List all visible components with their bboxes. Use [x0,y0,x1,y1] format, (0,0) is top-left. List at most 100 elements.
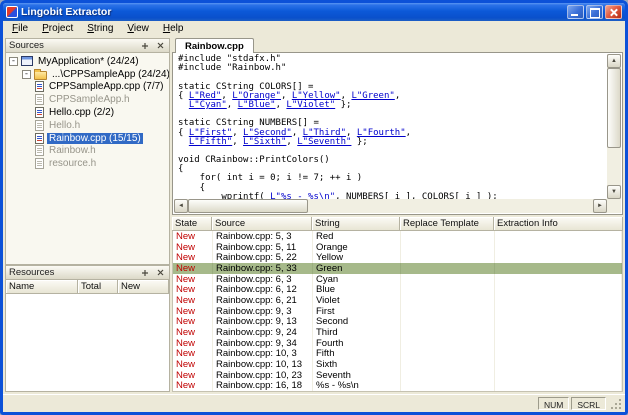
table-row[interactable]: New Rainbow.cpp: 5, 33 Green [173,263,622,274]
menu-item-project[interactable]: Project [35,22,80,35]
vertical-scrollbar[interactable]: ▲ ▼ [607,54,621,199]
extraction-info-cell [495,284,622,296]
main-area: Rainbow.cpp #include "stdafx.h" #include … [172,38,623,392]
folder-icon [34,68,47,80]
table-row[interactable]: New Rainbow.cpp: 5, 22 Yellow [173,252,622,264]
tree-item-label: MyApplication* (24/24) [38,55,139,67]
header-icon [35,145,44,157]
tree-expander-icon[interactable] [22,69,31,79]
column-header-extraction-info[interactable]: Extraction Info [494,217,623,231]
resources-list[interactable] [5,294,170,392]
table-row[interactable]: New Rainbow.cpp: 6, 3 Cyan [173,273,622,285]
table-row[interactable]: New Rainbow.cpp: 9, 24 Third [173,327,622,338]
resources-panel-title: Resources [9,267,55,278]
maximize-button[interactable] [586,5,603,19]
string-link[interactable]: L"Violet" [286,100,335,110]
menu-item-string[interactable]: String [80,22,120,35]
table-row[interactable]: New Rainbow.cpp: 6, 21 Violet [173,295,622,306]
source-cell: Rainbow.cpp: 9, 3 [213,305,313,317]
vertical-scroll-thumb[interactable] [607,68,621,148]
string-link[interactable]: L"Cyan" [189,100,227,110]
tree-item[interactable]: CPPSampleApp.h [6,93,169,106]
column-header-state[interactable]: State [172,217,212,231]
scroll-down-icon[interactable]: ▼ [607,185,621,199]
string-link[interactable]: L"Sixth" [243,137,286,147]
column-header-source[interactable]: Source [212,217,312,231]
replace-template-cell [401,305,495,317]
replace-template-cell [401,316,495,328]
left-dock: Sources MyApplication* (24/24)...\CPPSam… [5,38,170,392]
string-link[interactable]: L"Fifth" [189,137,232,147]
string-link[interactable]: L"Green" [351,91,394,101]
tab-rainbow-cpp[interactable]: Rainbow.cpp [175,38,254,53]
table-row[interactable]: New Rainbow.cpp: 10, 13 Sixth [173,359,622,370]
source-cell: Rainbow.cpp: 10, 13 [213,359,313,370]
replace-template-cell [401,295,495,306]
state-cell: New [173,241,213,253]
table-row[interactable]: New Rainbow.cpp: 5, 3 Red [173,231,622,242]
scroll-left-icon[interactable]: ◄ [174,199,188,213]
cpp-icon [35,107,44,119]
tree-item-label: Rainbow.cpp (15/15) [47,132,143,144]
sources-tree: MyApplication* (24/24)...\CPPSampleApp (… [5,53,170,265]
code-line: void CRainbow::PrintColors() [178,155,607,165]
source-cell: Rainbow.cpp: 6, 12 [213,284,313,296]
horizontal-scroll-thumb[interactable] [188,199,308,213]
source-cell: Rainbow.cpp: 10, 3 [213,348,313,360]
string-cell: Blue [313,284,401,296]
pin-icon[interactable] [139,40,151,52]
table-row[interactable]: New Rainbow.cpp: 5, 11 Orange [173,241,622,253]
table-row[interactable]: New Rainbow.cpp: 9, 13 Second [173,316,622,328]
tab-bar: Rainbow.cpp [172,38,623,53]
tree-item[interactable]: resource.h [6,157,169,170]
code-text: wprintf( [178,191,271,199]
menu-item-file[interactable]: File [5,22,35,35]
tree-item[interactable]: Rainbow.h [6,145,169,158]
string-link[interactable]: L"Seventh" [297,137,351,147]
table-row[interactable]: New Rainbow.cpp: 6, 12 Blue [173,284,622,296]
minimize-button[interactable] [567,5,584,19]
string-cell: Cyan [313,273,401,285]
scroll-right-icon[interactable]: ► [593,199,607,213]
resources-column-new[interactable]: New [118,280,169,294]
tree-item[interactable]: MyApplication* (24/24) [6,55,169,68]
table-row[interactable]: New Rainbow.cpp: 10, 23 Seventh [173,369,622,381]
table-row[interactable]: New Rainbow.cpp: 9, 34 Fourth [173,337,622,349]
string-cell: Sixth [313,359,401,370]
table-row[interactable]: New Rainbow.cpp: 10, 3 Fifth [173,348,622,360]
resize-grip[interactable] [608,396,623,411]
code-editor[interactable]: #include "stdafx.h" #include "Rainbow.h" … [172,53,623,215]
tree-item[interactable]: CPPSampleApp.cpp (7/7) [6,81,169,94]
replace-template-cell [401,231,495,242]
close-button[interactable] [605,5,622,19]
string-link[interactable]: L"Blue" [238,100,276,110]
string-link[interactable]: L"%s - %s\n" [270,192,335,199]
resources-column-total[interactable]: Total [78,280,118,294]
close-panel-icon[interactable] [154,267,166,279]
tree-item[interactable]: Hello.h [6,119,169,132]
status-bar: NUM SCRL [3,394,625,412]
tree-item[interactable]: ...\CPPSampleApp (24/24) [6,68,169,81]
close-panel-icon[interactable] [154,40,166,52]
tree-expander-icon[interactable] [9,56,18,66]
column-header-replace-template[interactable]: Replace Template [400,217,494,231]
title-bar[interactable]: Lingobit Extractor [3,3,625,21]
state-cell: New [173,337,213,349]
state-cell: New [173,273,213,285]
scroll-up-icon[interactable]: ▲ [607,54,621,68]
table-row[interactable]: New Rainbow.cpp: 16, 18 %s - %s\n [173,380,622,391]
table-row[interactable]: New Rainbow.cpp: 9, 3 First [173,305,622,317]
tree-item-label: resource.h [49,158,97,170]
code-text: for( int i = 0; i != 7; ++ i ) [178,173,363,184]
tree-item[interactable]: Hello.cpp (2/2) [6,106,169,119]
menu-item-help[interactable]: Help [156,22,191,35]
horizontal-scrollbar[interactable]: ◄ ► [174,199,607,213]
resources-column-name[interactable]: Name [6,280,78,294]
pin-icon[interactable] [139,267,151,279]
code-line: L"Fifth", L"Sixth", L"Seventh" }; [178,137,607,147]
menu-item-view[interactable]: View [120,22,156,35]
column-header-string[interactable]: String [312,217,400,231]
extraction-info-cell [495,380,622,391]
tree-item[interactable]: Rainbow.cpp (15/15) [6,132,169,145]
source-cell: Rainbow.cpp: 5, 11 [213,241,313,253]
